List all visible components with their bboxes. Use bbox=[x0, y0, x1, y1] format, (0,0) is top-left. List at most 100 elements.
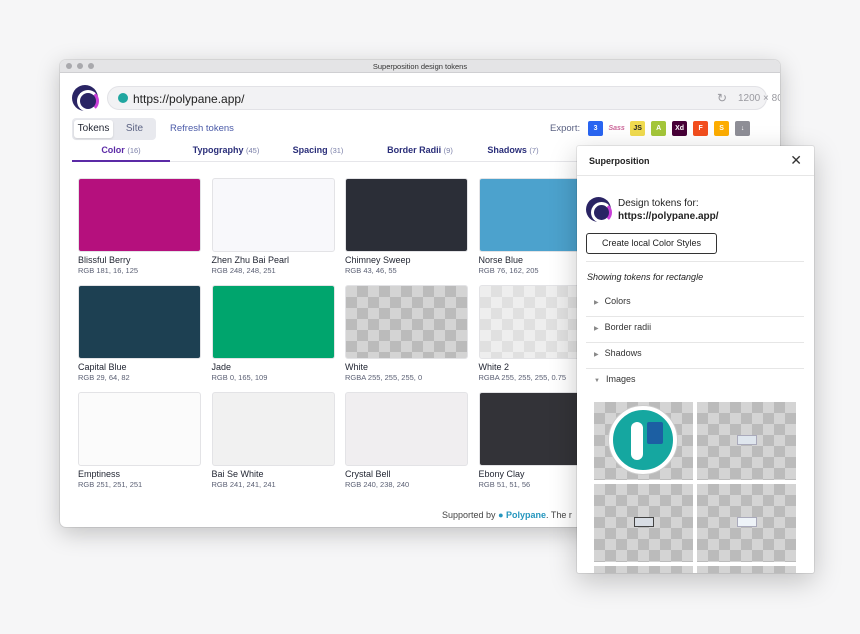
color-value: RGB 181, 16, 125 bbox=[78, 266, 139, 275]
tokens-toggle-button[interactable]: Tokens bbox=[74, 120, 113, 138]
section-colors[interactable]: ▶ Colors bbox=[594, 296, 631, 306]
token-toolbar: Tokens Site Refresh tokens Export: 3 Sass… bbox=[60, 118, 780, 140]
color-swatch[interactable] bbox=[78, 392, 201, 466]
export-label: Export: bbox=[550, 123, 581, 134]
image-thumbnail[interactable] bbox=[697, 484, 796, 562]
screenshot-thumbnail bbox=[737, 517, 757, 527]
color-name: Crystal Bell bbox=[345, 469, 391, 479]
color-name: Chimney Sweep bbox=[345, 255, 411, 265]
image-thumbnail[interactable] bbox=[697, 402, 796, 480]
maximize-window-button[interactable] bbox=[88, 63, 94, 69]
divider bbox=[586, 342, 804, 343]
tab-color[interactable]: Color (16) bbox=[72, 144, 170, 162]
polypane-link[interactable]: ● Polypane bbox=[498, 510, 546, 520]
color-name: Emptiness bbox=[78, 469, 121, 479]
tab-count: (16) bbox=[127, 146, 141, 155]
color-swatch[interactable] bbox=[211, 178, 335, 252]
refresh-tokens-link[interactable]: Refresh tokens bbox=[170, 123, 234, 134]
window-title: Superposition design tokens bbox=[372, 61, 468, 71]
image-thumbnail[interactable] bbox=[594, 402, 693, 480]
color-value: RGB 251, 251, 251 bbox=[78, 480, 143, 489]
color-swatch[interactable] bbox=[345, 392, 468, 466]
screenshot-thumbnail bbox=[737, 435, 757, 445]
color-card[interactable]: Bai Se White RGB 241, 241, 241 bbox=[211, 392, 335, 489]
sass-icon[interactable]: Sass bbox=[608, 121, 624, 136]
color-name: Zhen Zhu Bai Pearl bbox=[211, 255, 290, 265]
color-value: RGB 29, 64, 82 bbox=[78, 373, 130, 382]
color-value: RGB 43, 46, 55 bbox=[345, 266, 397, 275]
tab-shadows[interactable]: Shadows (7) bbox=[482, 144, 544, 162]
site-toggle-button[interactable]: Site bbox=[115, 120, 154, 138]
tab-count: (9) bbox=[443, 146, 453, 155]
reload-icon[interactable]: ↻ bbox=[717, 91, 727, 105]
sketch-icon[interactable]: S bbox=[714, 121, 730, 136]
url-text[interactable]: https://polypane.app/ bbox=[133, 92, 244, 106]
color-name: Bai Se White bbox=[211, 469, 264, 479]
color-card[interactable]: Zhen Zhu Bai Pearl RGB 248, 248, 251 bbox=[211, 178, 335, 275]
close-icon[interactable]: ✕ bbox=[790, 152, 802, 169]
color-card[interactable]: Capital Blue RGB 29, 64, 82 bbox=[78, 285, 201, 382]
tab-label: Shadows bbox=[487, 145, 527, 155]
divider bbox=[586, 368, 804, 369]
tab-typography[interactable]: Typography (45) bbox=[184, 144, 268, 162]
color-name: Jade bbox=[211, 362, 232, 372]
css-icon[interactable]: 3 bbox=[588, 121, 604, 136]
color-swatch[interactable] bbox=[345, 178, 468, 252]
address-bar[interactable]: https://polypane.app/ ↻ 1200 × 800 ? bbox=[107, 86, 780, 110]
color-name: Capital Blue bbox=[78, 362, 127, 372]
window-controls bbox=[66, 63, 94, 69]
caret-right-icon: ▶ bbox=[594, 326, 599, 332]
color-card[interactable]: Blissful Berry RGB 181, 16, 125 bbox=[78, 178, 201, 275]
divider bbox=[586, 261, 804, 262]
color-value: RGB 248, 248, 251 bbox=[211, 266, 276, 275]
adobe-xd-icon[interactable]: Xd bbox=[672, 121, 688, 136]
title-bar: Superposition design tokens bbox=[60, 60, 780, 73]
create-color-styles-button[interactable]: Create local Color Styles bbox=[586, 233, 717, 254]
panel-title: Superposition bbox=[589, 156, 650, 166]
image-thumbnail[interactable] bbox=[594, 484, 693, 562]
color-card[interactable]: Jade RGB 0, 165, 109 bbox=[211, 285, 335, 382]
footer-suffix: . The r bbox=[546, 510, 572, 520]
section-label: Images bbox=[605, 374, 636, 384]
color-card[interactable]: Emptiness RGB 251, 251, 251 bbox=[78, 392, 201, 489]
color-swatch[interactable] bbox=[211, 392, 335, 466]
color-card[interactable]: Crystal Bell RGB 240, 238, 240 bbox=[345, 392, 468, 489]
polypane-app-icon bbox=[609, 406, 677, 474]
color-swatch[interactable] bbox=[211, 285, 335, 359]
color-swatch[interactable] bbox=[345, 285, 468, 359]
color-card[interactable]: White RGBA 255, 255, 255, 0 bbox=[345, 285, 468, 382]
color-swatch[interactable] bbox=[78, 285, 201, 359]
divider bbox=[586, 316, 804, 317]
color-value: RGB 0, 165, 109 bbox=[211, 373, 268, 382]
image-thumbnail[interactable] bbox=[697, 566, 796, 573]
footer-prefix: Supported by bbox=[442, 510, 496, 520]
color-card[interactable]: Chimney Sweep RGB 43, 46, 55 bbox=[345, 178, 468, 275]
tab-spacing[interactable]: Spacing (31) bbox=[290, 144, 346, 162]
tab-count: (31) bbox=[330, 146, 344, 155]
close-window-button[interactable] bbox=[66, 63, 72, 69]
panel-header: Superposition ✕ bbox=[577, 146, 814, 176]
color-swatch[interactable] bbox=[78, 178, 201, 252]
section-label: Colors bbox=[604, 296, 631, 306]
superposition-logo-icon bbox=[586, 197, 612, 223]
section-border-radii[interactable]: ▶ Border radii bbox=[594, 322, 651, 332]
section-label: Shadows bbox=[604, 348, 642, 358]
download-icon[interactable]: ↓ bbox=[735, 121, 751, 136]
footer: Supported by ● Polypane. The r bbox=[442, 510, 572, 520]
section-shadows[interactable]: ▶ Shadows bbox=[594, 348, 642, 358]
javascript-icon[interactable]: JS bbox=[630, 121, 646, 136]
tab-label: Typography bbox=[192, 145, 244, 155]
minimize-window-button[interactable] bbox=[77, 63, 83, 69]
viewport-size[interactable]: 1200 × 800 bbox=[738, 93, 780, 104]
tab-label: Spacing bbox=[292, 145, 328, 155]
android-icon[interactable]: A bbox=[651, 121, 667, 136]
caret-right-icon: ▶ bbox=[594, 300, 599, 306]
tab-count: (7) bbox=[529, 146, 539, 155]
tab-border-radii[interactable]: Border Radii (9) bbox=[382, 144, 458, 162]
caret-down-icon: ▼ bbox=[594, 378, 600, 384]
polypane-brand: Polypane bbox=[506, 510, 547, 520]
figma-icon[interactable]: F bbox=[693, 121, 709, 136]
color-value: RGB 241, 241, 241 bbox=[211, 480, 276, 489]
image-thumbnail[interactable] bbox=[594, 566, 693, 573]
section-images[interactable]: ▼ Images bbox=[594, 374, 635, 384]
